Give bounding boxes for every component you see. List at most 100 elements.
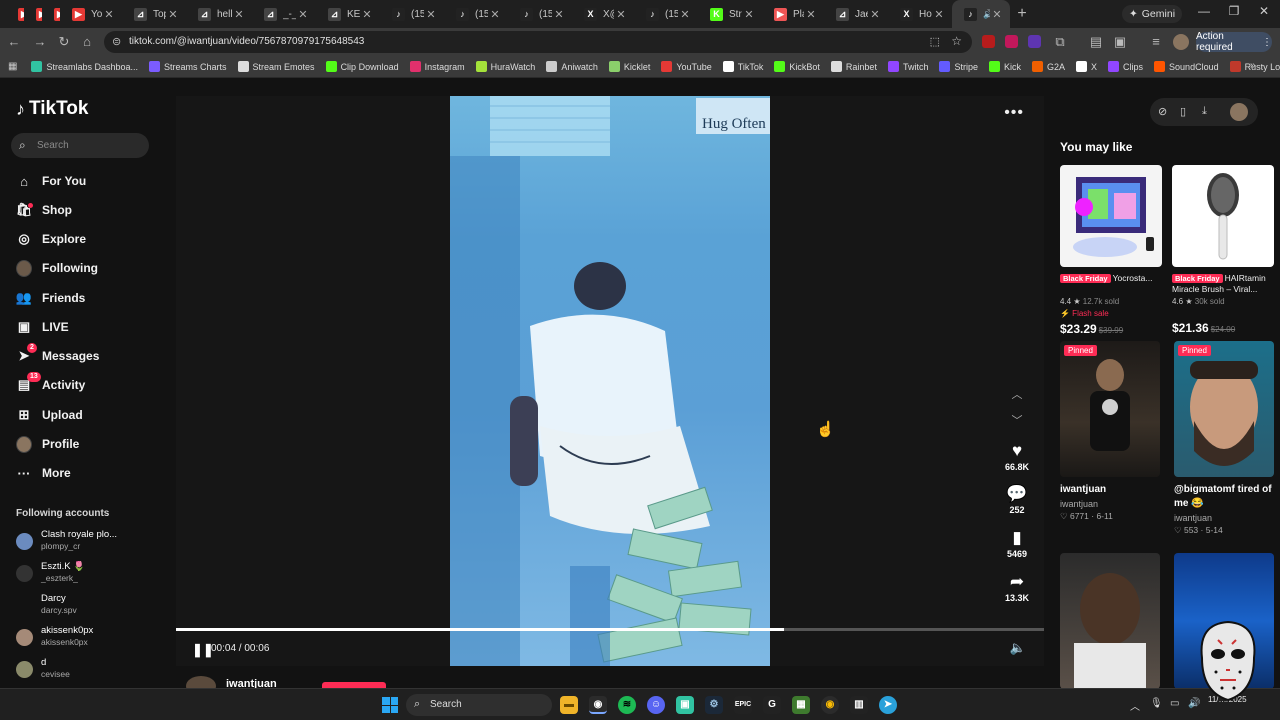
extension-red-icon[interactable]: [982, 35, 995, 48]
close-tab-icon[interactable]: ✕: [424, 8, 438, 21]
audio-mixer-icon[interactable]: ▥: [850, 696, 868, 714]
bookmark-item[interactable]: KickBot: [774, 61, 820, 72]
close-tab-icon[interactable]: ✕: [742, 8, 756, 21]
back-icon[interactable]: ←: [6, 34, 22, 50]
close-tab-icon[interactable]: ✕: [488, 8, 502, 21]
bookmark-item[interactable]: HuraWatch: [475, 61, 535, 72]
close-tab-icon[interactable]: ✕: [990, 8, 1004, 21]
app-g-icon[interactable]: G: [763, 696, 781, 714]
nav-item-explore[interactable]: ◎ Explore: [16, 229, 86, 249]
close-tab-icon[interactable]: ✕: [296, 8, 310, 21]
browser-tab[interactable]: X X@✕: [572, 0, 634, 28]
video-thumbnail[interactable]: Pinned: [1060, 341, 1160, 477]
video-card[interactable]: Pinned iwantjuan iwantjuan ♡ 6771 · 6-11: [1060, 341, 1160, 522]
tab-audio-icon[interactable]: 🔊: [983, 9, 990, 20]
following-account[interactable]: d cevisee: [16, 656, 156, 684]
extension-pink-icon[interactable]: [1005, 35, 1018, 48]
close-window-icon[interactable]: ✕: [1254, 4, 1274, 18]
bookmark-star-icon[interactable]: ☆: [951, 34, 962, 48]
share-button[interactable]: ➦ 13.3K: [996, 572, 1038, 603]
following-account[interactable]: akissenk0px akissenk0px: [16, 624, 156, 652]
address-bar[interactable]: ⊜ tiktok.com/@iwantjuan/video/7567870979…: [104, 31, 972, 53]
minecraft-icon[interactable]: ▦: [792, 696, 810, 714]
close-tab-icon[interactable]: ✕: [360, 8, 374, 21]
network-icon[interactable]: ▭: [1170, 698, 1179, 709]
search-input[interactable]: ⌕ Search: [11, 133, 149, 158]
close-tab-icon[interactable]: ✕: [102, 8, 116, 21]
browser-tab[interactable]: ⊿ KEEN✕: [316, 0, 380, 28]
chrome-alt-icon[interactable]: ◉: [821, 696, 839, 714]
browser-tab[interactable]: ▶ Play✕: [762, 0, 824, 28]
previous-video-icon[interactable]: ︿: [1010, 386, 1024, 402]
steam-icon[interactable]: ⚙: [705, 696, 723, 714]
bookmark-item[interactable]: Clip Download: [325, 61, 399, 72]
bookmark-item[interactable]: G2A: [1032, 61, 1065, 72]
epic-games-icon[interactable]: EPIC: [734, 696, 752, 714]
maximize-icon[interactable]: ❐: [1224, 4, 1244, 18]
streamlabs-icon[interactable]: ▣: [676, 696, 694, 714]
video-card[interactable]: [1060, 553, 1160, 688]
following-account[interactable]: Clash royale plo... plompy_cr: [16, 528, 156, 556]
video-author[interactable]: iwantjuan: [1174, 513, 1274, 523]
video-player[interactable]: Hug Often ••• ︿ ﹀ ♥ 66.8K 💬 252 ▮ 5469 ➦…: [176, 96, 1044, 666]
file-explorer-icon[interactable]: ▬: [560, 696, 578, 714]
close-tab-icon[interactable]: ✕: [552, 8, 566, 21]
bookmark-item[interactable]: Streamlabs Dashboa...: [31, 61, 138, 72]
bookmark-item[interactable]: SoundCloud: [1154, 61, 1219, 72]
bookmark-item[interactable]: YouTube: [661, 61, 712, 72]
bookmark-item[interactable]: Aniwatch: [546, 61, 598, 72]
bookmark-item[interactable]: Streams Charts: [149, 61, 227, 72]
media-icon[interactable]: ▤: [1088, 34, 1104, 50]
split-view-icon[interactable]: ▣: [1112, 34, 1128, 50]
close-tab-icon[interactable]: ✕: [932, 8, 946, 21]
following-account[interactable]: Darcy darcy.spv: [16, 592, 156, 620]
gemini-button[interactable]: ✦ Gemini: [1122, 5, 1182, 23]
site-info-icon[interactable]: ⊜: [112, 35, 121, 48]
nav-item-activity[interactable]: ▤ 13 Activity: [16, 372, 85, 395]
nav-item-for-you[interactable]: ⌂ For You: [16, 171, 86, 191]
extension-twitch-icon[interactable]: [1028, 35, 1041, 48]
browser-tab[interactable]: ♪ (15)✕: [444, 0, 508, 28]
apps-grid-icon[interactable]: ▦: [8, 61, 17, 72]
browser-tab[interactable]: X Hom✕: [888, 0, 952, 28]
bookmark-item[interactable]: Clips: [1108, 61, 1143, 72]
nav-item-shop[interactable]: 🛍 Shop: [16, 200, 72, 220]
browser-tab[interactable]: K Strea✕: [698, 0, 762, 28]
product-image[interactable]: [1172, 165, 1274, 267]
browser-tab[interactable]: ▶: [24, 0, 42, 28]
like-button[interactable]: ♥ 66.8K: [996, 441, 1038, 472]
browser-tab[interactable]: ♪ (15)✕: [380, 0, 444, 28]
home-icon[interactable]: ⌂: [79, 34, 95, 50]
microphone-icon[interactable]: 🎙: [1150, 698, 1163, 709]
browser-tab[interactable]: ▶: [42, 0, 60, 28]
user-avatar[interactable]: [1230, 103, 1248, 121]
video-thumbnail[interactable]: [1060, 553, 1160, 688]
product-card[interactable]: Black Friday Yocrosta... 4.4 ★ 12.7k sold…: [1060, 165, 1162, 336]
download-icon[interactable]: ⤓: [1202, 105, 1207, 118]
browser-tab[interactable]: ⊿ _-_-✕: [252, 0, 316, 28]
telegram-icon[interactable]: ➤: [879, 696, 897, 714]
video-title[interactable]: iwantjuan: [1060, 483, 1160, 497]
chrome-taskbar-icon[interactable]: ◉: [589, 696, 607, 714]
forward-icon[interactable]: →: [32, 34, 48, 50]
close-tab-icon[interactable]: ✕: [868, 8, 882, 21]
spotify-icon[interactable]: ≋: [618, 696, 636, 714]
reading-list-icon[interactable]: ≡: [1148, 34, 1164, 50]
author-username[interactable]: iwantjuan: [226, 678, 277, 688]
extensions-puzzle-icon[interactable]: ⧉: [1052, 34, 1068, 50]
tiktok-logo[interactable]: ♪ TikTok: [16, 98, 88, 120]
nav-item-friends[interactable]: 👥 Friends: [16, 288, 85, 308]
new-tab-icon[interactable]: +: [1010, 5, 1034, 23]
bookmark-item[interactable]: Instagram: [409, 61, 465, 72]
video-author[interactable]: iwantjuan: [1060, 499, 1160, 509]
browser-tab[interactable]: ▶: [6, 0, 24, 28]
more-bookmarks-icon[interactable]: »: [1250, 60, 1256, 71]
volume-icon[interactable]: 🔈: [1010, 640, 1026, 656]
discord-icon[interactable]: ☺: [647, 696, 665, 714]
browser-tab[interactable]: ⊿ hello✕: [186, 0, 252, 28]
close-tab-icon[interactable]: ✕: [678, 8, 692, 21]
bookmark-item[interactable]: Rainbet: [830, 61, 877, 72]
browser-tab[interactable]: ♪ (15)✕: [634, 0, 698, 28]
author-row[interactable]: iwantjuan: [186, 676, 286, 688]
close-tab-icon[interactable]: ✕: [614, 8, 628, 21]
